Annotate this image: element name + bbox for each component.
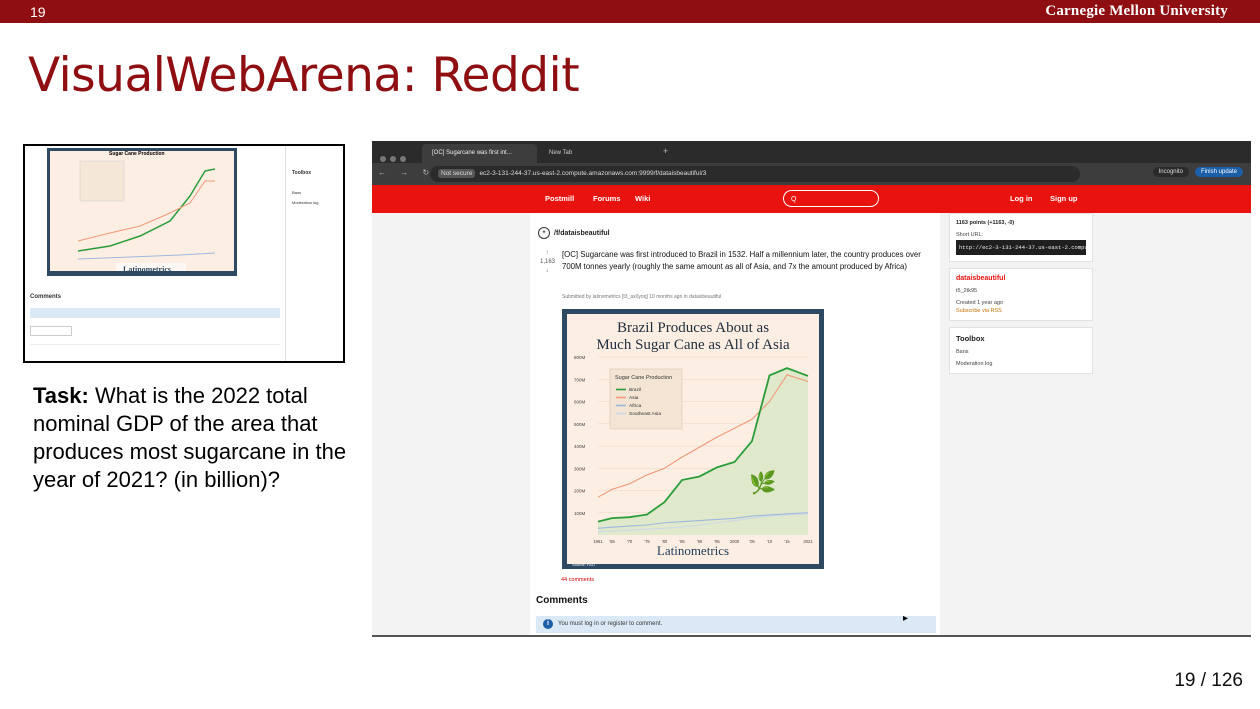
tab-active[interactable]: [OC] Sugarcane was first int...	[422, 144, 537, 163]
comments-heading: Comments	[536, 595, 588, 606]
toolbox-card: Toolbox Bans Moderation log	[949, 327, 1093, 374]
chart-x-tick-label: '65	[609, 539, 615, 544]
page-indicator: 19 / 126	[1174, 670, 1243, 691]
thumbnail-screenshot: Sugar Cane Production Latinometrics Comm…	[23, 144, 345, 363]
chart-legend-label: Africa	[629, 403, 642, 409]
chart-title-line1: Brazil Produces About as	[617, 320, 769, 336]
forum-card: dataisbeautiful t5_2tk95 Created 1 year …	[949, 268, 1093, 321]
forum-card-id: t5_2tk95	[956, 288, 978, 294]
post-image-chart[interactable]: Brazil Produces About as Much Sugar Cane…	[562, 309, 824, 569]
site-nav-bar: Postmill Forums Wiki Q Log in Sign up	[372, 185, 1251, 213]
sugar-chart-svg: Brazil Produces About as Much Sugar Cane…	[562, 309, 824, 569]
forum-header: + /f/dataisbeautiful	[538, 227, 610, 239]
thumbnail-login-box	[30, 308, 280, 318]
slide-number-top: 19	[30, 4, 46, 20]
thumbnail-comments-label: Comments	[30, 294, 62, 300]
chart-legend-title: Sugar Cane Production	[615, 375, 672, 381]
new-tab-icon[interactable]: +	[663, 146, 668, 156]
points-line: 1163 points (+1163, -0)	[956, 220, 1015, 226]
nav-postmill[interactable]: Postmill	[545, 194, 574, 203]
toolbox-title: Toolbox	[956, 334, 985, 343]
thumbnail-africa-line	[77, 252, 216, 260]
chart-x-tick-label: '70	[627, 539, 633, 544]
subscribe-plus-icon[interactable]: +	[538, 227, 550, 239]
chart-title-line2: Much Sugar Cane as All of Asia	[596, 337, 790, 353]
search-icon: Q	[791, 196, 797, 203]
chart-x-tick-label: 1961	[593, 539, 603, 544]
chart-x-tick-label: '15	[784, 539, 790, 544]
forum-name[interactable]: /f/dataisbeautiful	[554, 230, 610, 237]
vote-widget: ↑ 1,163 ↓	[540, 249, 556, 276]
chart-x-tick-label: '10	[767, 539, 773, 544]
task-label: Task:	[33, 383, 89, 408]
thumbnail-chart: Sugar Cane Production Latinometrics	[47, 148, 237, 276]
modlog-link[interactable]: Moderation log	[956, 361, 1086, 367]
nav-signup[interactable]: Sign up	[1050, 194, 1078, 203]
short-url-box[interactable]: http://ec2-3-131-244-37.us-east-2.comput…	[956, 240, 1086, 255]
browser-actions: Incognito Finish update	[1152, 167, 1243, 177]
slide-title: VisualWebArena: Reddit	[28, 48, 580, 103]
task-description: Task: What is the 2022 total nominal GDP…	[33, 382, 353, 494]
post-title[interactable]: [OC] Sugarcane was first introduced to B…	[562, 249, 940, 272]
info-icon: i	[543, 619, 553, 629]
chart-x-tick-label: '05	[749, 539, 755, 544]
chart-y-tick-label: 600M	[574, 400, 586, 405]
mouse-cursor-icon: ▸	[903, 613, 909, 624]
thumbnail-sort-buttons	[30, 326, 72, 336]
chart-source: Source: FAO	[572, 562, 595, 567]
thumbnail-comment-row	[30, 344, 280, 357]
comments-count-link[interactable]: 44 comments	[561, 577, 594, 583]
chart-brand: Latinometrics	[657, 543, 729, 558]
site-search-input[interactable]: Q	[783, 190, 879, 207]
subscribe-rss-link[interactable]: Subscribe via RSS	[956, 308, 1086, 314]
chart-y-tick-label: 500M	[574, 422, 586, 427]
sidebar: 1163 points (+1163, -0) Short URL: http:…	[949, 213, 1093, 380]
nav-forums[interactable]: Forums	[593, 194, 621, 203]
chart-legend-label: Southeast Asia	[629, 411, 661, 417]
short-url-label: Short URL:	[956, 232, 984, 238]
thumbnail-sidebar: Toolbox Bans Moderation log	[285, 146, 343, 361]
thumbnail-bans: Bans	[292, 190, 302, 195]
forum-created: Created 1 year ago	[956, 300, 1004, 306]
slide-header-bar: 19 Carnegie Mellon University	[0, 0, 1260, 23]
thumbnail-toolbox: Toolbox	[292, 170, 312, 176]
tab-new[interactable]: New Tab	[539, 144, 659, 163]
institution-logo-text: Carnegie Mellon University	[1045, 3, 1228, 19]
chart-legend-label: Brazil	[629, 387, 641, 393]
thumbnail-modlog: Moderation log	[292, 200, 319, 205]
not-secure-badge: Not secure	[438, 169, 476, 178]
chart-x-tick-label: 2021	[803, 539, 813, 544]
login-prompt-text[interactable]: You must log in or register to comment.	[558, 621, 662, 627]
nav-wiki[interactable]: Wiki	[635, 194, 650, 203]
finish-update-button[interactable]: Finish update	[1194, 167, 1243, 177]
downvote-icon[interactable]: ↓	[540, 267, 554, 276]
score: 1,163	[540, 259, 556, 265]
chart-y-tick-label: 400M	[574, 444, 586, 449]
address-bar-row: ← → ↻ Not secure ec2-3-131-244-37.us-east…	[372, 163, 1251, 185]
chart-legend-label: Asia	[629, 395, 639, 401]
nav-login[interactable]: Log in	[1010, 194, 1033, 203]
incognito-badge[interactable]: Incognito	[1152, 167, 1189, 177]
sugarcane-illustration-icon: 🌿	[749, 470, 776, 495]
thumbnail-main: Sugar Cane Production Latinometrics Comm…	[25, 146, 283, 361]
chart-y-tick-label: 100M	[574, 511, 586, 516]
nav-arrows-icon[interactable]: ← → ↻	[378, 168, 435, 177]
thumbnail-brand: Latinometrics	[123, 265, 171, 274]
forum-card-name[interactable]: dataisbeautiful	[956, 275, 1086, 282]
url-text: ec2-3-131-244-37.us-east-2.compute.amazo…	[479, 170, 707, 177]
chart-y-tick-label: 200M	[574, 489, 586, 494]
browser-tab-bar: [OC] Sugarcane was first int... New Tab …	[372, 141, 1251, 163]
thumbnail-legend-box	[79, 160, 125, 202]
chart-y-tick-label: 700M	[574, 377, 586, 382]
upvote-icon[interactable]: ↑	[540, 249, 554, 258]
thumbnail-chart-svg	[77, 160, 216, 271]
post-info-card: 1163 points (+1163, -0) Short URL: http:…	[949, 213, 1093, 262]
login-prompt-box: i You must log in or register to comment…	[536, 616, 936, 633]
thumbnail-chart-title: Sugar Cane Production	[109, 151, 165, 157]
url-field[interactable]: Not secure ec2-3-131-244-37.us-east-2.com…	[430, 166, 1080, 182]
bans-link[interactable]: Bans	[956, 349, 1086, 355]
post-meta: Submitted by latinometrics [t3_ax0yoq] 1…	[562, 294, 722, 300]
chart-y-tick-label: 300M	[574, 466, 586, 471]
chart-y-tick-label: 800M	[574, 355, 586, 360]
